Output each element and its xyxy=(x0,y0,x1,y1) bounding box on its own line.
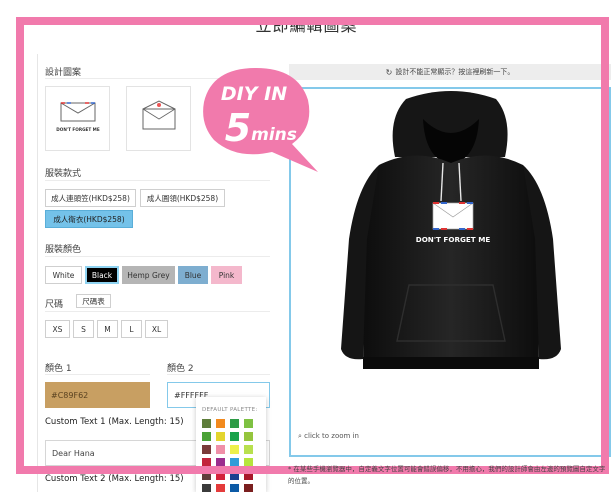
palette-swatch[interactable] xyxy=(202,458,211,467)
palette-swatch[interactable] xyxy=(216,432,225,441)
palette-swatch[interactable] xyxy=(244,458,253,467)
custom-text-2-label: Custom Text 2 (Max. Length: 15) xyxy=(45,474,184,484)
color-option-blue[interactable]: Blue xyxy=(178,266,208,284)
palette-swatch[interactable] xyxy=(230,445,239,454)
design-thumb-2[interactable] xyxy=(126,86,191,151)
palette-swatch[interactable] xyxy=(202,471,211,480)
divider xyxy=(45,180,270,181)
design-thumb-1[interactable]: DON'T FORGET ME xyxy=(45,86,110,151)
zoom-hint-text: click to zoom in xyxy=(304,432,359,440)
palette-swatch[interactable] xyxy=(216,445,225,454)
palette-swatch[interactable] xyxy=(244,419,253,428)
palette-swatch[interactable] xyxy=(202,484,211,492)
color1-input[interactable]: #C89F62 xyxy=(45,382,150,408)
style-option-hooded[interactable]: 成人連頭笠(HKD$258) xyxy=(45,189,136,207)
badge-line1: DIY IN xyxy=(221,83,287,105)
palette-swatch[interactable] xyxy=(202,432,211,441)
palette-swatch[interactable] xyxy=(244,471,253,480)
palette-swatch[interactable] xyxy=(216,484,225,492)
palette-swatch[interactable] xyxy=(216,458,225,467)
clothing-color-label: 服裝顏色 xyxy=(45,245,82,255)
palette-swatch[interactable] xyxy=(230,484,239,492)
size-option-s[interactable]: S xyxy=(73,320,94,338)
palette-swatch[interactable] xyxy=(230,419,239,428)
palette-swatch[interactable] xyxy=(244,432,253,441)
hoodie-preview-image: DON'T FORGET ME xyxy=(341,91,561,369)
color-option-white[interactable]: White xyxy=(45,266,82,284)
envelope-design-icon: DON'T FORGET ME xyxy=(56,101,100,132)
palette-swatch[interactable] xyxy=(230,432,239,441)
refresh-notice-text: 設計不能正常顯示？按這裡刷新一下。 xyxy=(395,68,515,76)
preview-panel[interactable]: DON'T FORGET ME xyxy=(289,87,611,457)
zoom-hint[interactable]: ⌕ click to zoom in xyxy=(298,432,359,441)
divider xyxy=(45,374,150,375)
custom-text-1-label: Custom Text 1 (Max. Length: 15) xyxy=(45,417,184,427)
size-option-xs[interactable]: XS xyxy=(45,320,70,338)
divider xyxy=(167,374,270,375)
palette-swatch[interactable] xyxy=(202,445,211,454)
palette-title: DEFAULT PALETTE: xyxy=(202,407,258,413)
color-option-pink[interactable]: Pink xyxy=(211,266,242,284)
size-chart-button[interactable]: 尺碼表 xyxy=(76,294,111,308)
color-option-black[interactable]: Black xyxy=(85,266,119,284)
palette-swatch[interactable] xyxy=(244,484,253,492)
diy-badge: DIY IN 5 mins xyxy=(196,64,320,176)
color1-label: 顏色 1 xyxy=(45,364,72,374)
preview-footnote: * 在某些手機瀏覽器中，自定義文字位置可能會錯誤偏移，不用擔心，我們的設計師會由… xyxy=(288,465,606,485)
badge-number: 5 xyxy=(225,106,251,150)
size-option-xl[interactable]: XL xyxy=(145,320,168,338)
divider xyxy=(45,311,270,312)
style-option-sweatshirt[interactable]: 成人衛衣(HKD$258) xyxy=(45,210,133,228)
size-option-m[interactable]: M xyxy=(97,320,118,338)
color2-label: 顏色 2 xyxy=(167,364,194,374)
envelope-design-icon xyxy=(142,99,175,129)
palette-swatch[interactable] xyxy=(202,419,211,428)
page-title: 立即編輯圖案 xyxy=(255,16,358,35)
style-option-crew[interactable]: 成人圓領(HKD$258) xyxy=(140,189,225,207)
color-option-hemp-grey[interactable]: Hemp Grey xyxy=(122,266,175,284)
style-label: 服裝款式 xyxy=(45,169,82,179)
palette-swatch[interactable] xyxy=(244,445,253,454)
hoodie-print-text: DON'T FORGET ME xyxy=(416,235,491,244)
size-label: 尺碼 xyxy=(45,300,64,310)
zoom-icon: ⌕ xyxy=(298,432,302,440)
svg-text:DON'T FORGET ME: DON'T FORGET ME xyxy=(56,127,100,132)
divider xyxy=(45,256,270,257)
design-label: 設計圖案 xyxy=(45,68,82,78)
refresh-icon: ↻ xyxy=(385,67,393,77)
palette-swatch[interactable] xyxy=(230,471,239,480)
badge-unit: mins xyxy=(251,125,297,145)
palette-swatch[interactable] xyxy=(230,458,239,467)
palette-swatch[interactable] xyxy=(216,419,225,428)
palette-swatch[interactable] xyxy=(216,471,225,480)
refresh-notice[interactable]: ↻ 設計不能正常顯示？按這裡刷新一下。 xyxy=(289,64,611,80)
color-palette-popup: DEFAULT PALETTE: xyxy=(196,397,266,492)
size-option-l[interactable]: L xyxy=(121,320,142,338)
